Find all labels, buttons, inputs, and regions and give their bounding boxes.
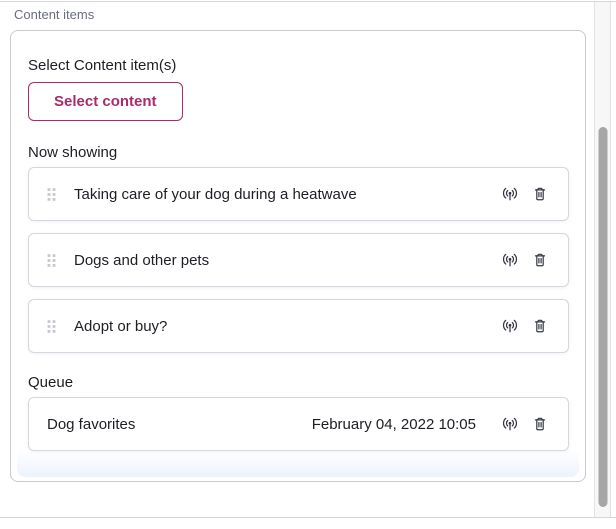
trash-icon[interactable] xyxy=(532,416,548,432)
queue-item-row: Dog favorites February 04, 2022 10:05 xyxy=(28,397,569,451)
drag-handle-icon[interactable] xyxy=(47,253,56,267)
content-item-title: Taking care of your dog during a heatwav… xyxy=(74,186,502,203)
scrollbar-thumb[interactable] xyxy=(598,127,607,507)
select-content-button[interactable]: Select content xyxy=(28,82,183,121)
select-content-items-label: Select Content item(s) xyxy=(28,57,569,74)
trash-icon[interactable] xyxy=(532,186,548,202)
queue-label: Queue xyxy=(28,374,569,391)
content-items-panel: Select Content item(s) Select content No… xyxy=(10,30,586,482)
top-divider xyxy=(0,1,616,2)
broadcast-icon[interactable] xyxy=(502,318,518,334)
broadcast-icon[interactable] xyxy=(502,186,518,202)
queue-list: Dog favorites February 04, 2022 10:05 xyxy=(28,397,569,451)
row-actions xyxy=(502,252,548,268)
queue-item-title: Dog favorites xyxy=(47,416,312,433)
drag-handle-icon[interactable] xyxy=(47,187,56,201)
content-item-title: Adopt or buy? xyxy=(74,318,502,335)
content-item-row: Dogs and other pets xyxy=(28,233,569,287)
row-actions xyxy=(502,416,548,432)
row-actions xyxy=(502,318,548,334)
bottom-divider xyxy=(0,517,616,518)
broadcast-icon[interactable] xyxy=(502,252,518,268)
content-item-row: Adopt or buy? xyxy=(28,299,569,353)
trash-icon[interactable] xyxy=(532,318,548,334)
row-actions xyxy=(502,186,548,202)
drag-handle-icon[interactable] xyxy=(47,319,56,333)
broadcast-icon[interactable] xyxy=(502,416,518,432)
content-item-title: Dogs and other pets xyxy=(74,252,502,269)
scrollbar-track[interactable] xyxy=(594,2,611,517)
trash-icon[interactable] xyxy=(532,252,548,268)
now-showing-label: Now showing xyxy=(28,144,569,161)
queue-item-timestamp: February 04, 2022 10:05 xyxy=(312,416,476,433)
content-items-label: Content items xyxy=(14,7,94,22)
now-showing-list: Taking care of your dog during a heatwav… xyxy=(28,167,569,353)
content-item-row: Taking care of your dog during a heatwav… xyxy=(28,167,569,221)
